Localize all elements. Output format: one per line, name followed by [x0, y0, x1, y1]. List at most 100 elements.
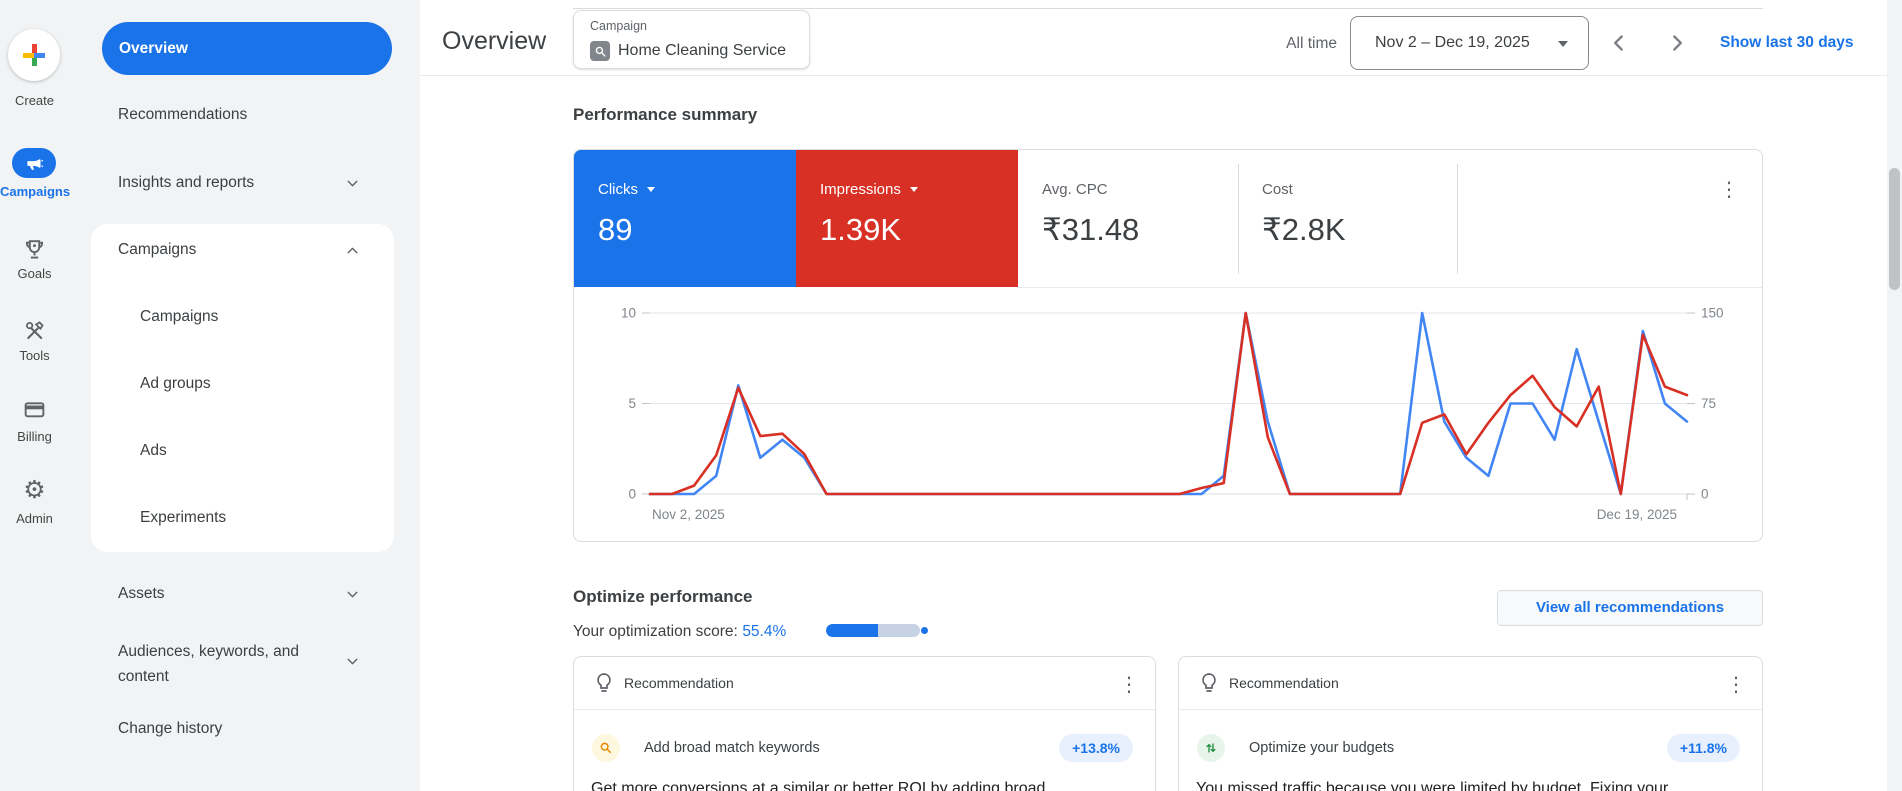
arrows-up-down-icon — [1197, 734, 1225, 762]
nav-group-campaigns[interactable]: Campaigns — [118, 239, 196, 261]
nav-item-campaigns[interactable]: Campaigns — [140, 306, 218, 328]
performance-chart: 10 150 5 75 0 0 Nov 2, 2025 Dec 19, 2025 — [581, 301, 1762, 536]
metric-label: Avg. CPC — [1042, 181, 1108, 198]
header-divider — [420, 75, 1887, 76]
performance-summary-card: Clicks 89 Impressions 1.39K Avg. CPC ₹31… — [573, 149, 1763, 542]
date-range-dropdown[interactable]: Nov 2 – Dec 19, 2025 — [1350, 16, 1589, 70]
optimize-performance-heading: Optimize performance — [573, 587, 753, 606]
campaign-scope-chip[interactable]: Campaign Home Cleaning Service — [573, 10, 810, 69]
megaphone-icon — [26, 158, 43, 170]
svg-text:5: 5 — [628, 396, 636, 411]
all-time-label: All time — [1286, 35, 1337, 52]
tools-icon[interactable] — [22, 318, 47, 343]
svg-text:0: 0 — [1701, 487, 1709, 502]
rail-label-billing: Billing — [17, 429, 52, 444]
dropdown-caret-icon — [1558, 41, 1568, 47]
chevron-down-icon[interactable] — [344, 586, 361, 603]
nav-item-ads[interactable]: Ads — [140, 440, 167, 462]
tile-divider — [1238, 164, 1239, 274]
optimization-score-fill — [826, 624, 879, 637]
metric-label: Cost — [1262, 181, 1293, 198]
google-plus-icon — [23, 44, 45, 66]
content-top-divider — [573, 8, 1763, 9]
recommendation-header-label: Recommendation — [1229, 675, 1339, 691]
svg-text:0: 0 — [628, 487, 636, 502]
show-last-30-days-link[interactable]: Show last 30 days — [1720, 34, 1854, 52]
metric-caret-icon — [647, 187, 655, 192]
recommendation-card[interactable]: Recommendation ⋮ Optimize your budgets +… — [1178, 656, 1763, 791]
campaign-search-icon — [590, 41, 610, 61]
metric-label: Impressions — [820, 181, 901, 198]
nav-item-audiences-keywords-content[interactable]: Audiences, keywords, and content — [118, 639, 330, 689]
nav-item-insights-and-reports[interactable]: Insights and reports — [118, 172, 254, 194]
scrollbar-thumb[interactable] — [1889, 168, 1900, 290]
nav-item-assets[interactable]: Assets — [118, 583, 165, 605]
view-all-recommendations-button[interactable]: View all recommendations — [1497, 590, 1763, 626]
recommendation-header-label: Recommendation — [624, 675, 734, 691]
scrollbar-track[interactable] — [1887, 0, 1902, 791]
recommendation-kebab-menu-icon[interactable]: ⋮ — [1726, 672, 1746, 696]
metric-tile-avg-cpc[interactable]: Avg. CPC ₹31.48 — [1018, 150, 1238, 287]
rail-label-goals: Goals — [17, 266, 52, 281]
rail-label-campaigns: Campaigns — [0, 184, 71, 199]
goals-trophy-icon[interactable] — [22, 237, 47, 262]
metric-tile-impressions[interactable]: Impressions 1.39K — [796, 150, 1018, 287]
rail-label-admin: Admin — [16, 511, 53, 526]
optimization-score-value: 55.4% — [742, 623, 787, 640]
metric-tile-cost[interactable]: Cost ₹2.8K — [1238, 150, 1457, 287]
campaigns-nav-group: Campaigns Campaigns Ad groups Ads Experi… — [91, 224, 394, 552]
metric-value: 1.39K — [820, 212, 902, 247]
svg-text:10: 10 — [621, 306, 636, 321]
performance-summary-heading: Performance summary — [573, 105, 758, 124]
next-range-chevron-icon[interactable] — [1664, 30, 1690, 56]
svg-text:Nov 2, 2025: Nov 2, 2025 — [652, 507, 725, 522]
lightbulb-icon — [1202, 673, 1216, 692]
google-ads-app: Create Campaigns Goals Tools Billing ⚙ A… — [0, 0, 1902, 791]
admin-gear-icon[interactable]: ⚙ — [22, 478, 47, 503]
recommendation-card-header: Recommendation ⋮ — [1179, 657, 1762, 710]
optimization-score-bar — [826, 624, 920, 637]
svg-text:75: 75 — [1701, 396, 1716, 411]
tiles-bottom-divider — [1018, 287, 1762, 288]
create-button[interactable] — [8, 29, 60, 81]
tile-divider — [1457, 164, 1458, 274]
billing-card-icon[interactable] — [22, 397, 47, 422]
lightbulb-icon — [597, 673, 611, 692]
recommendation-title: Add broad match keywords — [644, 740, 820, 756]
recommendation-uplift-badge: +11.8% — [1666, 734, 1740, 762]
campaign-name: Home Cleaning Service — [618, 42, 787, 59]
metric-label: Clicks — [598, 181, 638, 198]
card-kebab-menu-icon[interactable]: ⋮ — [1719, 177, 1739, 201]
recommendation-card-header: Recommendation ⋮ — [574, 657, 1155, 710]
create-label: Create — [14, 93, 55, 108]
broad-match-search-icon — [592, 734, 620, 762]
recommendation-uplift-badge: +13.8% — [1059, 734, 1133, 762]
recommendation-preview-text: Get more conversions at a similar or bet… — [591, 780, 1046, 791]
recommendation-preview-text: You missed traffic because you were limi… — [1196, 780, 1669, 791]
metric-tile-clicks[interactable]: Clicks 89 — [574, 150, 796, 287]
metric-value: 89 — [598, 212, 633, 247]
rail-label-tools: Tools — [19, 348, 50, 363]
recommendation-card[interactable]: Recommendation ⋮ Add broad match keyword… — [573, 656, 1156, 791]
nav-item-overview-selected[interactable]: Overview — [102, 22, 392, 75]
nav-item-change-history[interactable]: Change history — [118, 718, 222, 740]
line-chart-svg: 10 150 5 75 0 0 Nov 2, 2025 Dec 19, 2025 — [621, 306, 1724, 523]
svg-text:Dec 19, 2025: Dec 19, 2025 — [1597, 507, 1677, 522]
rail-item-campaigns[interactable] — [12, 148, 56, 178]
chevron-down-icon[interactable] — [344, 653, 361, 670]
campaign-chip-label: Campaign — [590, 19, 647, 33]
date-range-value: Nov 2 – Dec 19, 2025 — [1375, 34, 1530, 51]
optimization-score-label: Your optimization score: — [573, 623, 738, 640]
nav-item-ad-groups[interactable]: Ad groups — [140, 373, 211, 395]
recommendation-title: Optimize your budgets — [1249, 740, 1395, 756]
nav-item-experiments[interactable]: Experiments — [140, 507, 226, 529]
metric-caret-icon — [909, 187, 918, 192]
recommendation-kebab-menu-icon[interactable]: ⋮ — [1119, 672, 1139, 696]
previous-range-chevron-icon[interactable] — [1606, 30, 1632, 56]
chevron-up-icon[interactable] — [344, 242, 361, 259]
nav-item-recommendations[interactable]: Recommendations — [118, 104, 247, 126]
svg-text:150: 150 — [1701, 306, 1724, 321]
metric-value: ₹31.48 — [1042, 212, 1140, 247]
optimization-score-target-dot — [921, 627, 928, 634]
chevron-down-icon[interactable] — [344, 175, 361, 192]
